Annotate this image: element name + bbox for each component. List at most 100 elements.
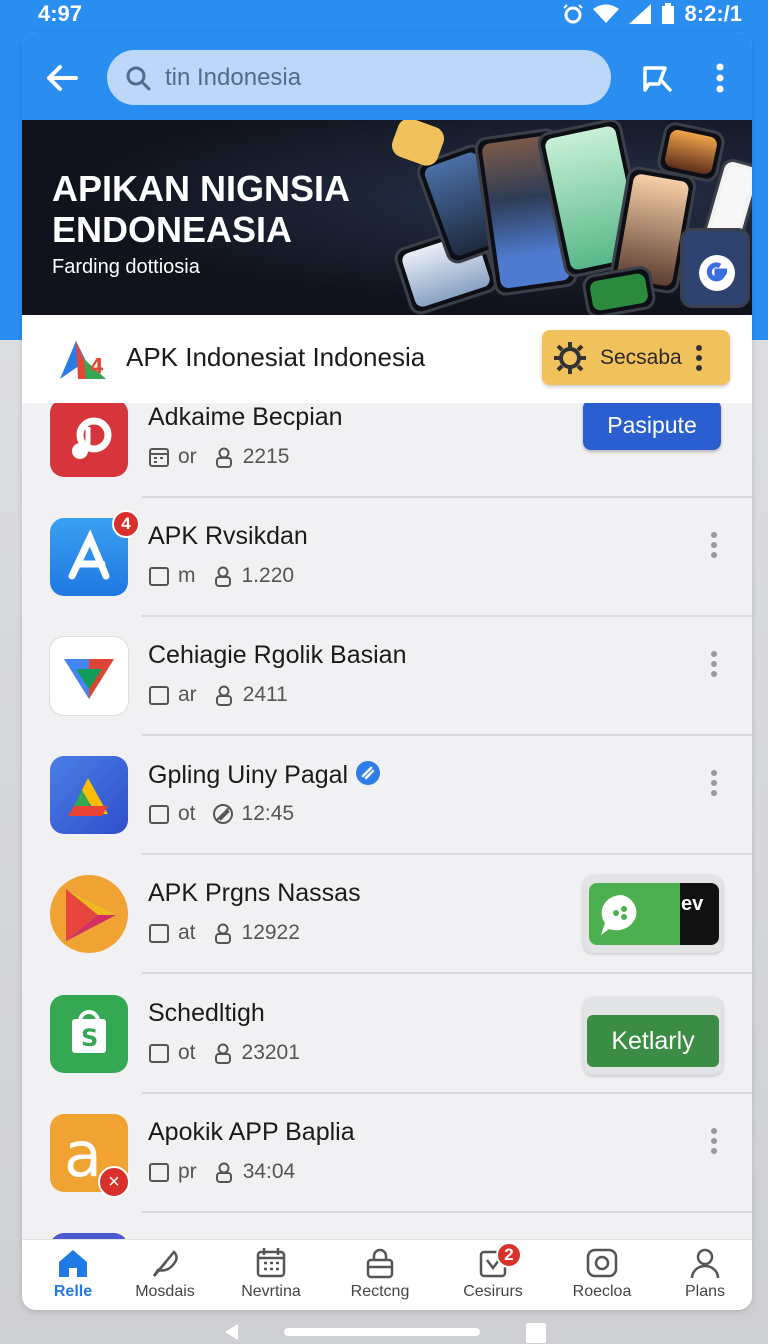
nav-label: Cesirurs xyxy=(463,1283,523,1300)
search-icon xyxy=(126,66,151,90)
app-meta: or 2215 xyxy=(148,445,289,469)
user-icon xyxy=(214,566,231,587)
system-home-pill[interactable] xyxy=(284,1328,480,1336)
app-list: Adkaime Becpian or 2215 Pasipute 4 APK R… xyxy=(22,403,752,1239)
search-query: tin Indonesia xyxy=(165,63,302,91)
app-meta-a: m xyxy=(178,564,196,587)
list-item[interactable]: Cehiagie Rgolik Basian ar 2411 xyxy=(22,617,752,736)
battery-icon xyxy=(661,3,674,24)
promo-banner[interactable]: APIKAN NIGNSIA ENDONEASIA Farding dottio… xyxy=(22,120,752,315)
app-name: Adkaime Becpian xyxy=(148,403,343,431)
divider xyxy=(142,972,752,974)
nav-roecloa[interactable]: Roecloa xyxy=(557,1246,647,1306)
app-name: APK Rvsikdan xyxy=(148,522,308,550)
home-icon xyxy=(59,1250,87,1277)
more-vert-icon[interactable] xyxy=(705,60,735,96)
system-navigation-bar xyxy=(0,1315,768,1344)
app-meta: m 1.220 xyxy=(148,564,294,588)
nav-cesirurs[interactable]: 2 Cesirurs xyxy=(448,1242,538,1306)
nav-nevrtina[interactable]: Nevrtina xyxy=(226,1246,316,1306)
search-input[interactable]: tin Indonesia xyxy=(107,50,611,105)
app-name: Schedltigh xyxy=(148,999,265,1027)
header-action-button[interactable]: Secsaba xyxy=(542,330,730,385)
app-meta: ot 23201 xyxy=(148,1041,300,1065)
more-vert-icon[interactable] xyxy=(694,343,704,373)
user-icon xyxy=(214,923,231,944)
app-icon xyxy=(50,637,128,715)
back-arrow-icon[interactable] xyxy=(42,58,82,98)
nav-label: Rectcng xyxy=(350,1283,410,1300)
store-brand-name: APK Indonesiat Indonesia xyxy=(126,342,426,372)
wifi-icon xyxy=(592,4,619,23)
checkbox-icon xyxy=(149,805,169,824)
ketlarly-button-container: Ketlarly xyxy=(583,997,723,1075)
nav-plans[interactable]: Plans xyxy=(660,1246,750,1306)
error-badge-icon: × xyxy=(98,1166,130,1198)
alarm-icon xyxy=(562,4,583,24)
signal-icon xyxy=(628,4,651,24)
top-app-bar: tin Indonesia xyxy=(22,32,752,120)
more-vert-icon[interactable] xyxy=(706,649,722,679)
list-item[interactable]: Gpling Uiny Pagal ot 12:45 xyxy=(22,736,752,855)
list-item[interactable]: 4 APK Rvsikdan m 1.220 xyxy=(22,498,752,617)
store-header: 4 APK Indonesiat Indonesia Secsaba xyxy=(22,315,752,403)
app-meta-b: 2215 xyxy=(242,445,290,468)
app-meta-a: pr xyxy=(178,1160,197,1183)
app-window: tin Indonesia APIKAN NIGNSIA ENDONEASIA … xyxy=(22,32,752,1310)
user-icon xyxy=(215,1162,232,1183)
nav-label: Nevrtina xyxy=(241,1283,301,1300)
app-meta-b: 34:04 xyxy=(242,1160,296,1183)
banner-title-line-1: APIKAN NIGNSIA xyxy=(52,168,351,209)
camera-icon xyxy=(586,1248,618,1278)
notification-badge: 4 xyxy=(112,510,140,538)
nav-home[interactable]: Relle xyxy=(28,1246,118,1306)
app-meta-a: ar xyxy=(178,683,197,706)
app-meta-b: 2411 xyxy=(242,683,288,706)
checkbox-icon xyxy=(149,1044,169,1063)
status-icons: 8:2:/1 xyxy=(562,1,742,27)
status-time-left: 4:97 xyxy=(38,1,83,26)
more-vert-icon[interactable] xyxy=(706,768,722,798)
comment-search-icon[interactable] xyxy=(639,60,675,96)
list-item[interactable]: Adkaime Becpian or 2215 Pasipute xyxy=(22,403,752,498)
phone-image xyxy=(680,228,750,308)
nav-rectcng[interactable]: Rectcng xyxy=(335,1246,425,1306)
checkbox-icon xyxy=(149,686,169,705)
banner-subtitle: Farding dottiosia xyxy=(52,256,200,278)
checkbox-icon xyxy=(149,924,169,943)
app-thumbnail[interactable]: ev xyxy=(583,875,723,953)
app-meta: at 12922 xyxy=(148,921,300,945)
user-icon xyxy=(215,685,232,706)
app-name: Apokik APP Baplia xyxy=(148,1118,355,1146)
apk-logo-icon: 4 xyxy=(60,341,106,379)
list-item[interactable]: APK Prgns Nassas at 12922 ev xyxy=(22,855,752,974)
nav-mosdais[interactable]: Mosdais xyxy=(120,1246,210,1306)
person-icon xyxy=(690,1248,720,1279)
ketlarly-button[interactable]: Ketlarly xyxy=(587,1015,719,1067)
app-icon xyxy=(50,403,128,477)
more-vert-icon[interactable] xyxy=(706,1126,722,1156)
nav-label: Mosdais xyxy=(135,1283,195,1300)
user-icon xyxy=(214,1043,231,1064)
lock-icon xyxy=(366,1248,394,1279)
notification-badge: 2 xyxy=(496,1242,522,1268)
drive-logo-icon xyxy=(68,778,108,816)
list-item[interactable]: S Schedltigh ot 23201 Ketlarly xyxy=(22,975,752,1094)
svg-text:S: S xyxy=(81,1024,98,1052)
more-vert-icon[interactable] xyxy=(706,530,722,560)
app-name: Cehiagie Rgolik Basian xyxy=(148,641,407,669)
system-back-icon[interactable] xyxy=(222,1322,240,1342)
list-item[interactable]: a × Apokik APP Baplia pr 34:04 xyxy=(22,1094,752,1213)
list-item[interactable] xyxy=(22,1213,752,1239)
app-name: Gpling Uiny Pagal xyxy=(148,760,381,790)
nav-label: Roecloa xyxy=(572,1283,632,1300)
feather-icon xyxy=(152,1250,178,1277)
svg-text:4: 4 xyxy=(90,354,104,378)
pasipute-button[interactable]: Pasipute xyxy=(583,403,721,450)
system-recents-icon[interactable] xyxy=(526,1323,546,1343)
checkbox-icon xyxy=(149,567,169,586)
user-icon xyxy=(215,447,232,468)
bottom-navigation: Relle Mosdais Nevrtina Rectcng 2 Cesirur… xyxy=(22,1239,752,1310)
banner-title: APIKAN NIGNSIA ENDONEASIA xyxy=(52,168,412,250)
app-name: APK Prgns Nassas xyxy=(148,879,361,907)
